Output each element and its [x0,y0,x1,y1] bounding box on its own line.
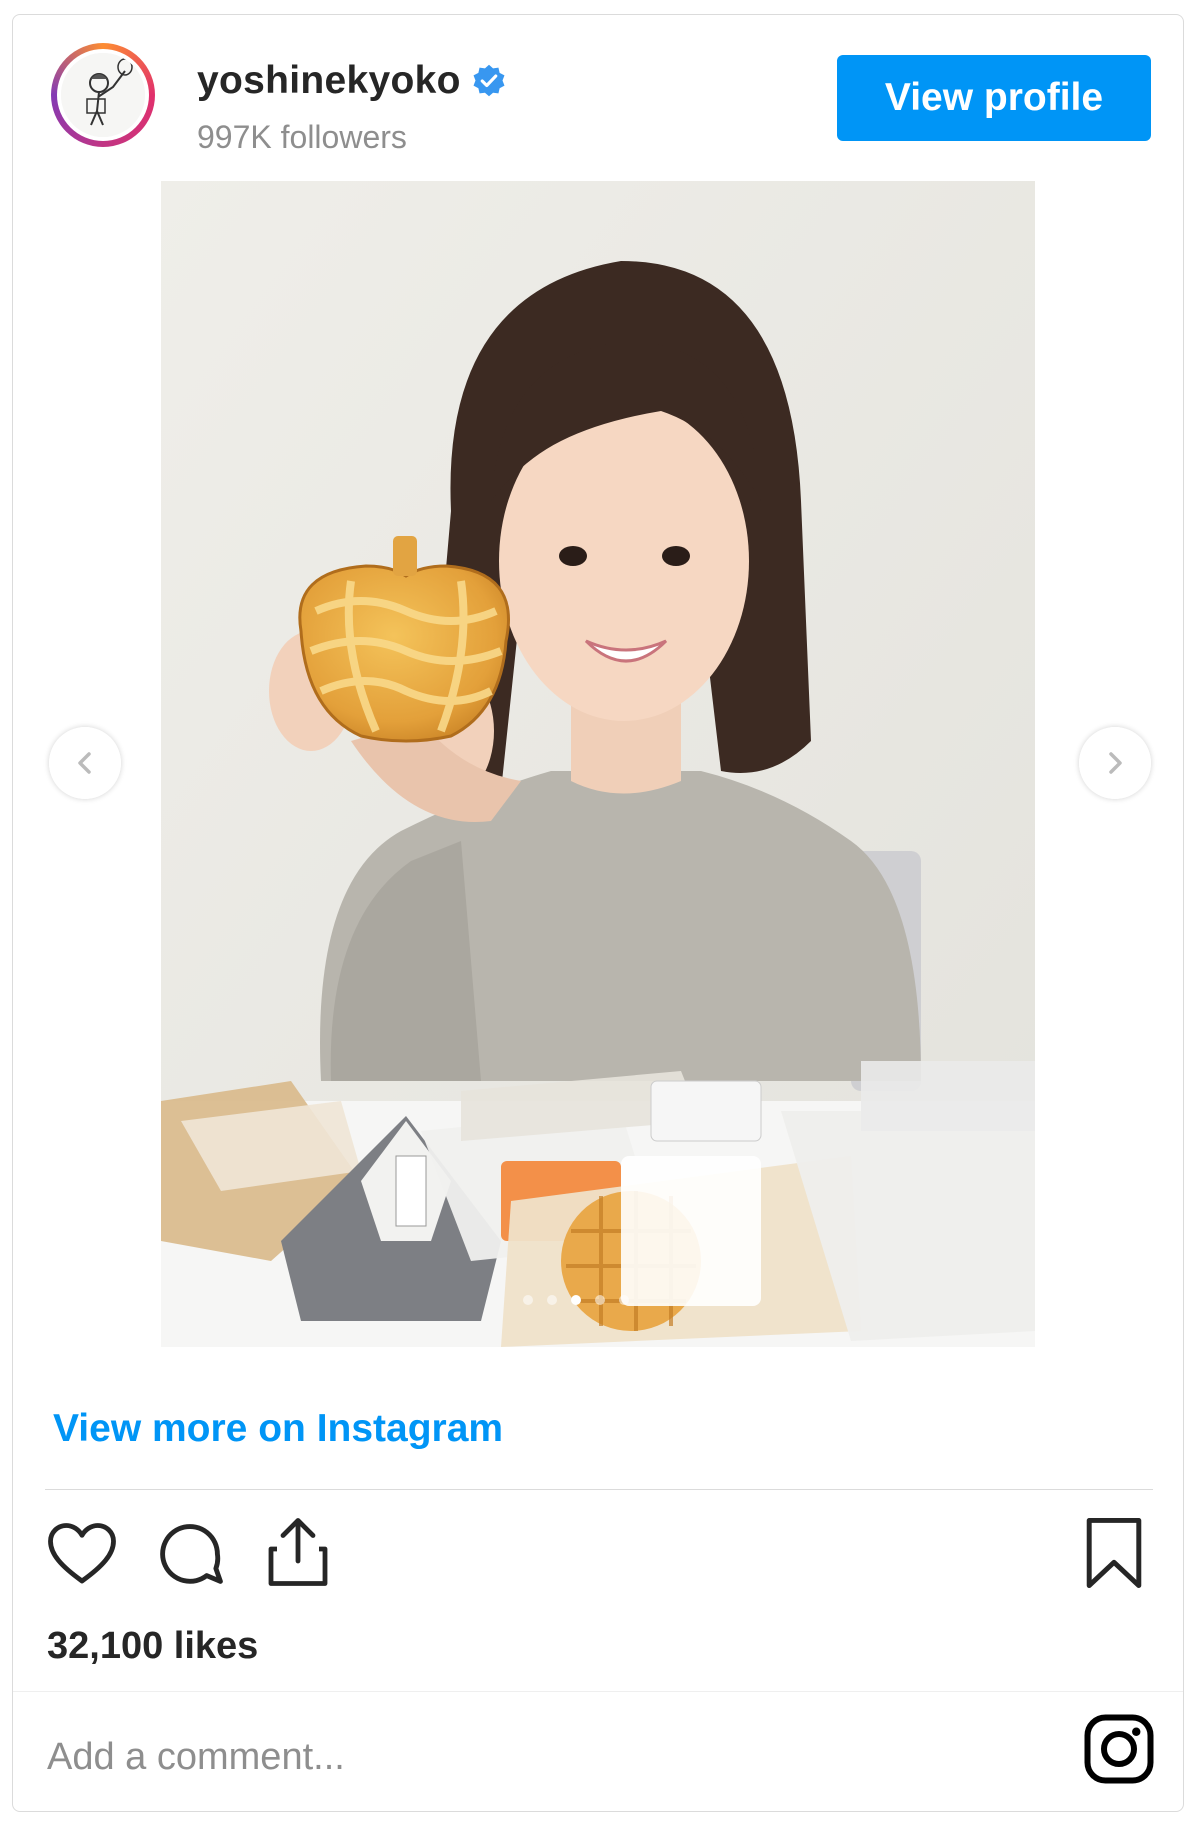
view-more-link[interactable]: View more on Instagram [53,1407,503,1451]
comment-bubble-icon[interactable] [155,1519,225,1589]
comment-input[interactable] [45,1721,1049,1793]
post-image[interactable] [161,181,1035,1347]
follower-count: 997K followers [197,119,407,155]
avatar-image [61,53,145,137]
verified-badge-icon [473,64,505,97]
share-icon[interactable] [265,1515,331,1589]
chevron-right-icon [1109,752,1122,774]
divider [45,1489,1153,1490]
carousel-dot-active[interactable] [571,1295,581,1305]
view-profile-button[interactable]: View profile [837,55,1151,141]
username[interactable]: yoshinekyoko [197,59,461,103]
bookmark-icon[interactable] [1083,1515,1145,1591]
carousel-dot[interactable] [619,1295,629,1305]
carousel-dots [523,1295,629,1305]
chevron-left-icon [78,752,91,774]
carousel-dot[interactable] [547,1295,557,1305]
instagram-embed-card: yoshinekyoko 997K followers View profile [12,14,1184,1812]
instagram-logo-icon[interactable] [1083,1713,1155,1785]
like-count: 32,100 likes [47,1625,259,1667]
divider [13,1691,1183,1692]
avatar[interactable] [51,43,155,147]
carousel-dot[interactable] [595,1295,605,1305]
carousel-dot[interactable] [523,1295,533,1305]
heart-icon[interactable] [45,1521,119,1587]
carousel-next-button[interactable] [1079,727,1151,799]
carousel-prev-button[interactable] [49,727,121,799]
